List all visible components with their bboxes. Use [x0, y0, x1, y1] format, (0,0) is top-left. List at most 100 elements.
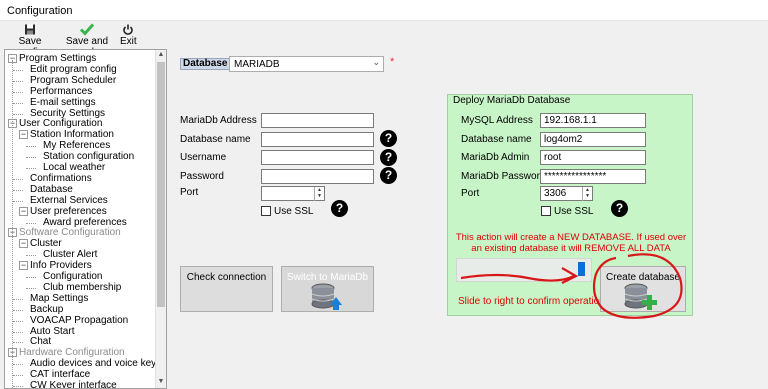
- tree-expander-icon[interactable]: −: [19, 261, 28, 271]
- tree-connector: [26, 287, 36, 289]
- port-spinner[interactable]: ▲ ▼: [314, 187, 324, 201]
- tree-connector: [13, 113, 23, 115]
- tree-connector: [26, 146, 36, 148]
- tree-item[interactable]: External Services: [30, 195, 108, 206]
- tree-item[interactable]: Program Settings: [19, 53, 96, 64]
- tree-connector: [13, 298, 23, 300]
- tree-scrollbar[interactable]: ▲ ▼: [155, 50, 166, 388]
- tree-item[interactable]: Auto Start: [30, 326, 74, 337]
- tree-item[interactable]: E-mail settings: [30, 97, 96, 108]
- tree-item[interactable]: Club membership: [43, 282, 121, 293]
- window-title: Configuration: [7, 5, 73, 17]
- tree-item[interactable]: VOACAP Propagation: [30, 315, 128, 326]
- mariadb-admin-field[interactable]: root: [540, 150, 646, 165]
- help-icon[interactable]: ?: [331, 200, 348, 217]
- deploy-database-name-label: Database name: [461, 134, 532, 145]
- password-field[interactable]: [261, 169, 374, 184]
- checkmark-icon: [80, 23, 94, 36]
- tree-item[interactable]: Software Configuration: [19, 227, 121, 238]
- deploy-panel-title: Deploy MariaDb Database: [453, 95, 571, 106]
- deploy-port-label: Port: [461, 188, 480, 199]
- tree-item[interactable]: Edit program config: [30, 64, 117, 75]
- scroll-down-icon[interactable]: ▼: [156, 377, 166, 387]
- tree-item[interactable]: Award preferences: [43, 217, 127, 228]
- username-field[interactable]: [261, 150, 374, 165]
- settings-tree[interactable]: − Program Settings Edit program config Prog…: [4, 49, 167, 389]
- tree-item[interactable]: Database: [30, 184, 73, 195]
- create-database-button[interactable]: Create database: [600, 266, 686, 312]
- use-ssl-label: Use SSL: [274, 206, 314, 217]
- help-icon[interactable]: ?: [380, 167, 397, 184]
- use-ssl-checkbox[interactable]: [261, 206, 271, 216]
- database-upload-icon: [311, 283, 342, 310]
- database-select-value: MARIADB: [234, 59, 280, 70]
- tree-item[interactable]: My References: [43, 140, 110, 151]
- mariadb-password-field[interactable]: ****************: [540, 169, 646, 184]
- tree-connector: [13, 342, 23, 344]
- tree-item[interactable]: Confirmations: [30, 173, 92, 184]
- deploy-port-stepper[interactable]: 3306 ▲ ▼: [540, 186, 593, 201]
- tree-item[interactable]: User Configuration: [19, 118, 102, 129]
- tree-item[interactable]: Station Information: [30, 129, 114, 140]
- toolbar: Save config Save and apply Exit: [0, 21, 768, 58]
- tree-connector: [13, 178, 23, 180]
- username-label: Username: [180, 152, 227, 163]
- exit-button[interactable]: Exit: [120, 22, 137, 47]
- tree-item[interactable]: Station configuration: [43, 151, 134, 162]
- tree-expander-icon[interactable]: −: [19, 239, 28, 249]
- required-mark: *: [390, 56, 395, 68]
- tree-connector: [13, 386, 23, 387]
- mariadb-address-field[interactable]: [261, 113, 374, 128]
- tree-item[interactable]: Security Settings: [30, 108, 105, 119]
- port-stepper[interactable]: ▲ ▼: [261, 186, 325, 201]
- tree-connector: [13, 69, 23, 71]
- confirm-slider[interactable]: [456, 258, 592, 282]
- tree-item[interactable]: Local weather: [43, 162, 105, 173]
- tree-item[interactable]: Chat: [30, 336, 51, 347]
- check-connection-button[interactable]: Check connection: [180, 266, 273, 312]
- tree-item[interactable]: Configuration: [43, 271, 102, 282]
- tree-connector: [26, 255, 36, 257]
- exit-label: Exit: [120, 36, 137, 47]
- tree-connector: [13, 331, 23, 333]
- mysql-address-field[interactable]: 192.168.1.1: [540, 113, 646, 128]
- tree-item[interactable]: Audio devices and voice keyer: [30, 358, 165, 369]
- tree-expander-icon[interactable]: −: [19, 130, 28, 140]
- tree-item[interactable]: Hardware Configuration: [19, 347, 125, 358]
- tree-item[interactable]: Cluster Alert: [43, 249, 97, 260]
- tree-connector: [26, 222, 36, 224]
- tree-connector: [26, 168, 36, 169]
- tree-item[interactable]: Program Scheduler: [30, 75, 116, 86]
- deploy-port-spinner[interactable]: ▲ ▼: [582, 187, 592, 201]
- mysql-address-label: MySQL Address: [461, 115, 533, 126]
- help-icon[interactable]: ?: [380, 149, 397, 166]
- tree-connector: [12, 60, 13, 388]
- confirm-slider-handle[interactable]: [577, 262, 585, 276]
- scroll-up-icon[interactable]: ▲: [156, 50, 166, 60]
- switch-to-mariadb-button[interactable]: Switch to MariaDb: [281, 266, 374, 312]
- help-icon[interactable]: ?: [380, 130, 397, 147]
- tree-expander-icon[interactable]: −: [19, 206, 28, 216]
- deploy-database-name-field[interactable]: log4om2: [540, 132, 646, 147]
- tree-item[interactable]: Info Providers: [30, 260, 92, 271]
- tree-item[interactable]: CAT interface: [30, 369, 90, 380]
- help-icon[interactable]: ?: [611, 200, 628, 217]
- database-add-icon: [624, 283, 657, 310]
- deploy-use-ssl-checkbox[interactable]: [541, 206, 551, 216]
- database-name-field[interactable]: [261, 132, 374, 147]
- tree-connector: [13, 375, 23, 377]
- mariadb-address-label: MariaDb Address: [180, 115, 257, 126]
- tree-connector: [13, 320, 23, 322]
- tree-item[interactable]: User preferences: [30, 206, 107, 217]
- window-titlebar: Configuration: [0, 0, 768, 21]
- tree-item[interactable]: Cluster: [30, 238, 62, 249]
- tree-item[interactable]: CW Keyer interface: [30, 380, 117, 388]
- mariadb-admin-label: MariaDb Admin: [461, 152, 530, 163]
- port-label: Port: [180, 187, 199, 198]
- tree-item[interactable]: Map Settings: [30, 293, 88, 304]
- scroll-thumb[interactable]: [157, 62, 165, 307]
- database-select[interactable]: MARIADB ⌄: [229, 56, 384, 72]
- deploy-use-ssl-label: Use SSL: [554, 206, 594, 217]
- tree-item[interactable]: Backup: [30, 304, 63, 315]
- tree-item[interactable]: Performances: [30, 86, 92, 97]
